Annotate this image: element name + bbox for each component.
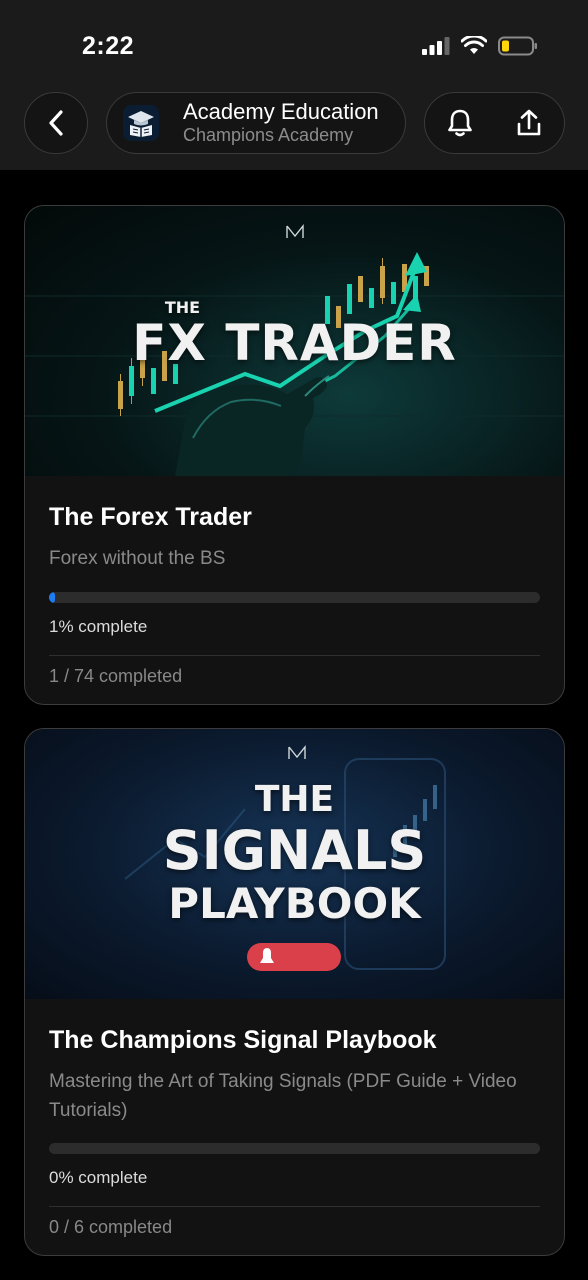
bell-icon xyxy=(447,109,472,137)
wifi-icon xyxy=(461,36,487,54)
header-subtitle: Champions Academy xyxy=(183,125,354,146)
academy-title-pill[interactable]: Academy Education Champions Academy xyxy=(106,92,406,154)
course-description: Mastering the Art of Taking Signals (PDF… xyxy=(49,1071,517,1121)
share-upload-icon xyxy=(517,109,541,136)
thumbnail-main-text: FX TRADER xyxy=(132,314,457,372)
thumbnail-top-text: THE xyxy=(254,779,335,820)
course-description: Forex without the BS xyxy=(49,548,226,570)
completed-count: 0 / 6 completed xyxy=(49,1217,173,1238)
divider xyxy=(49,1206,540,1208)
graduation-cap-book-icon xyxy=(123,105,159,141)
course-thumbnail: THE SIGNALS PLAYBOOK xyxy=(25,729,564,999)
header-actions xyxy=(424,92,565,154)
status-time: 2:22 xyxy=(82,32,135,60)
completed-count: 1 / 74 completed xyxy=(49,665,183,686)
progress-text: 1% complete xyxy=(49,616,148,636)
course-card[interactable]: THE FX TRADER The Forex Trader Forex wit… xyxy=(24,205,565,705)
notifications-button[interactable] xyxy=(446,108,474,138)
thumbnail-sub-text: PLAYBOOK xyxy=(168,879,421,928)
progress-fill xyxy=(49,591,55,603)
thumbnail-main-text: SIGNALS xyxy=(162,819,427,882)
course-thumbnail: THE FX TRADER xyxy=(25,206,564,476)
status-icons xyxy=(422,36,538,56)
course-card[interactable]: THE SIGNALS PLAYBOOK The Champions Signa… xyxy=(24,728,565,1256)
chevron-left-icon xyxy=(49,110,63,136)
top-bar: 2:22 Academy Education Champions Academy xyxy=(0,0,588,170)
progress-bar xyxy=(49,591,540,603)
battery-icon xyxy=(498,36,537,56)
back-button[interactable] xyxy=(24,92,88,154)
progress-text: 0% complete xyxy=(49,1168,148,1188)
share-button[interactable] xyxy=(515,108,543,138)
course-title: The Champions Signal Playbook xyxy=(49,1026,437,1054)
course-title: The Forex Trader xyxy=(49,503,252,531)
signal-icon xyxy=(422,37,450,55)
divider xyxy=(49,654,540,656)
progress-bar xyxy=(49,1143,540,1155)
header-title: Academy Education xyxy=(183,99,379,124)
